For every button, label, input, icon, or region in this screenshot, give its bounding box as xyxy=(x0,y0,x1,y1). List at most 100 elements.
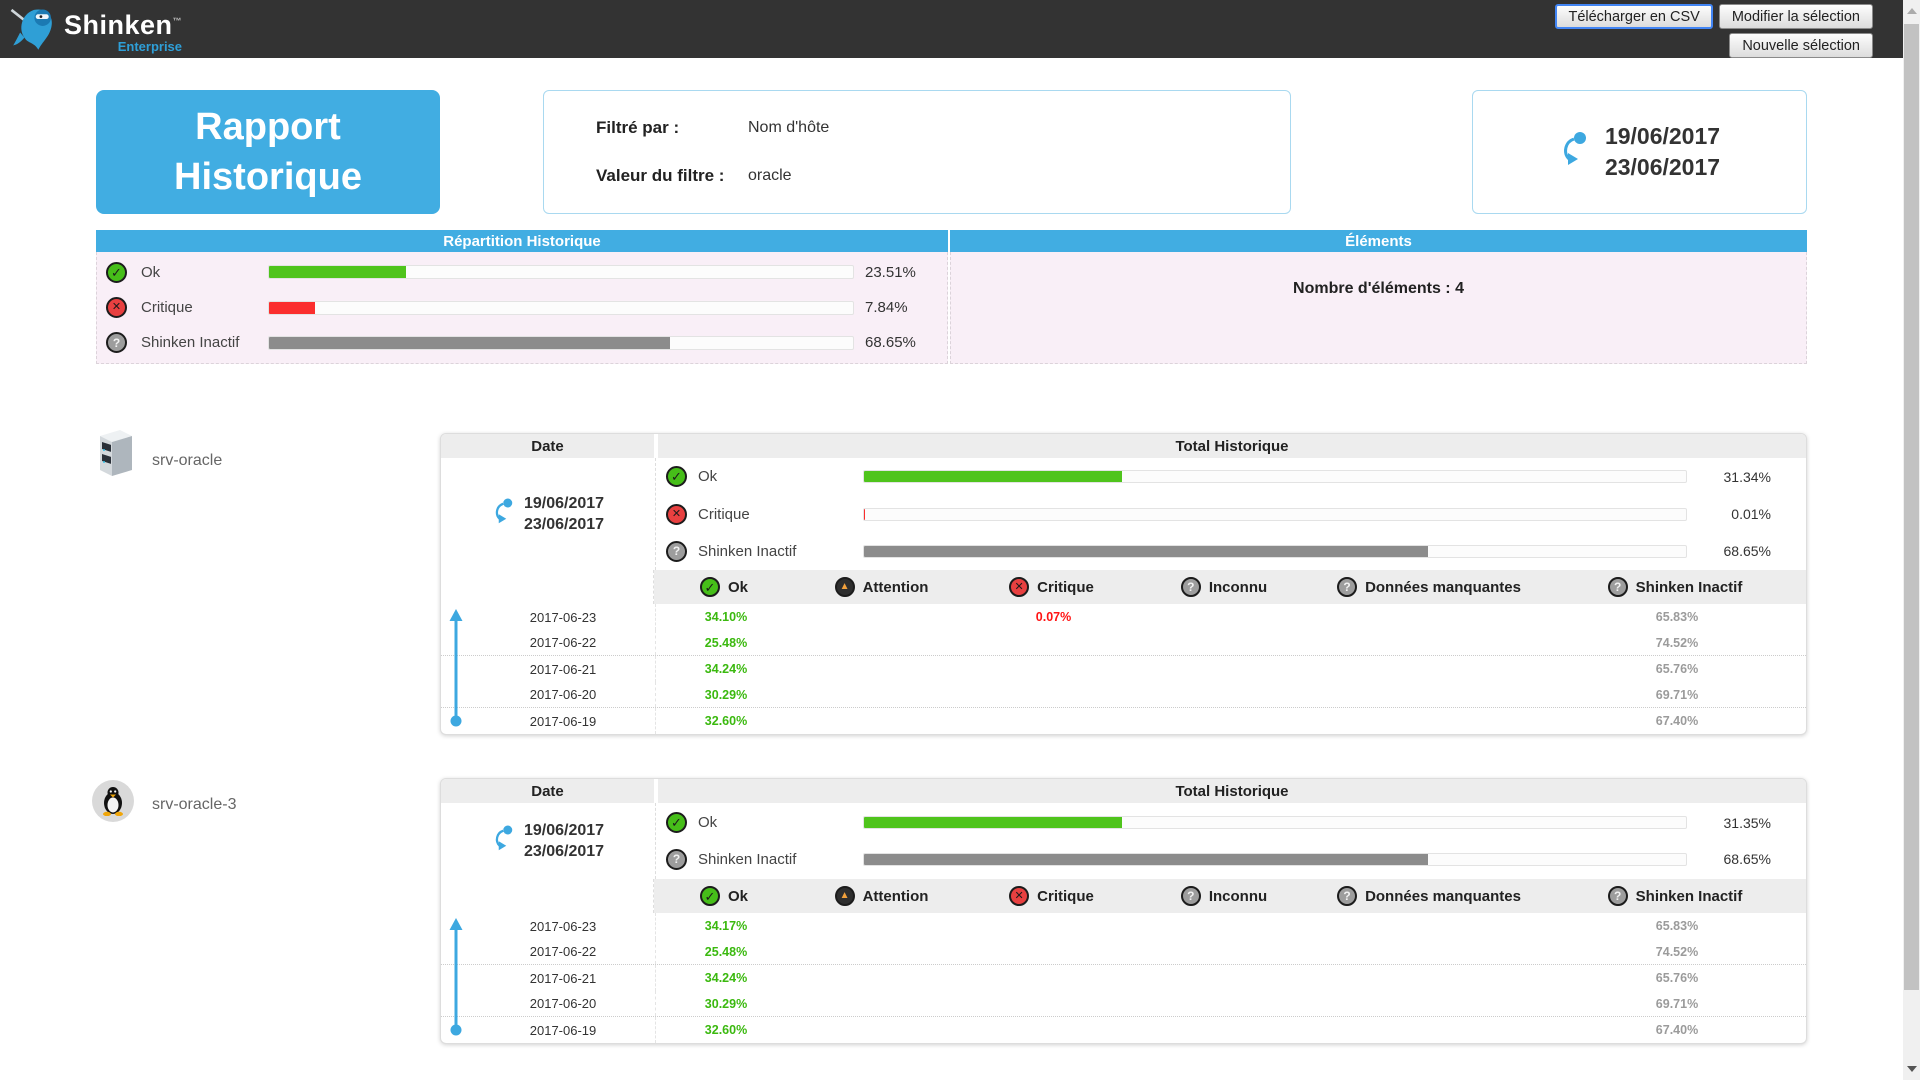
host-name: srv-oracle xyxy=(152,452,222,470)
summary-row-ok: Ok 23.51% xyxy=(97,257,947,287)
host-panel-srv-oracle-3: Date Total Historique 19/06/2017 23/06/2… xyxy=(440,778,1807,1044)
total-row-inactive: Shinken Inactif 68.65% xyxy=(656,842,1806,876)
elements-header: Éléments xyxy=(950,230,1807,252)
linux-tux-icon xyxy=(92,780,134,822)
table-row: 2017-06-20 30.29% 69.71% xyxy=(441,682,1806,708)
scroll-up-icon[interactable] xyxy=(1907,8,1917,14)
date-range-arrow-icon xyxy=(1559,131,1591,174)
ok-percent: 31.35% xyxy=(1687,815,1806,831)
topbar: Shinken™ Enterprise Télécharger en CSV M… xyxy=(0,0,1903,58)
filter-value-value: oracle xyxy=(748,167,792,185)
ok-icon xyxy=(106,262,127,283)
ok-percent: 31.34% xyxy=(1687,469,1806,485)
question-icon xyxy=(1181,577,1201,597)
inactive-percent: 68.65% xyxy=(1687,851,1806,867)
total-row-ok: Ok 31.35% xyxy=(656,806,1806,840)
cell-inactif: 67.40% xyxy=(1546,714,1807,728)
cell-ok: 30.29% xyxy=(656,997,796,1011)
col-attention: Attention xyxy=(794,577,969,597)
filter-box: Filtré par : Nom d'hôte Valeur du filtre… xyxy=(543,90,1291,214)
ok-icon xyxy=(700,886,720,906)
report-date-range: 19/06/2017 23/06/2017 xyxy=(1472,90,1807,214)
historical-distribution-box: Répartition Historique Ok 23.51% Critiqu… xyxy=(96,230,948,364)
total-history-header: Total Historique xyxy=(658,434,1806,458)
host-panel-srv-oracle: Date Total Historique 19/06/2017 23/06/2… xyxy=(440,433,1807,735)
question-icon xyxy=(106,332,127,353)
row-date: 2017-06-20 xyxy=(500,687,597,702)
date-column-header: Date xyxy=(441,434,654,458)
states-table-header: Ok Attention Critique Inconnu Données ma… xyxy=(441,570,1806,604)
col-inconnu: Inconnu xyxy=(1134,886,1314,906)
total-history-header: Total Historique xyxy=(658,779,1806,803)
date-end: 23/06/2017 xyxy=(1605,152,1720,183)
report-title: Rapport Historique xyxy=(96,90,440,214)
table-row: 2017-06-23 34.10% 0.07% 65.83% xyxy=(441,604,1806,630)
timeline-arrow-icon xyxy=(449,609,463,734)
elements-count: Nombre d'éléments : 4 xyxy=(1293,280,1464,363)
states-table-header: Ok Attention Critique Inconnu Données ma… xyxy=(441,879,1806,913)
new-selection-button[interactable]: Nouvelle sélection xyxy=(1729,33,1873,58)
ok-icon xyxy=(666,466,687,487)
server-icon xyxy=(94,428,138,483)
warning-icon xyxy=(835,577,855,597)
cell-ok: 34.24% xyxy=(656,662,796,676)
modify-selection-button[interactable]: Modifier la sélection xyxy=(1719,4,1873,29)
col-shinken-inactif: Shinken Inactif xyxy=(1544,577,1806,597)
question-icon xyxy=(1608,886,1628,906)
cell-inactif: 65.83% xyxy=(1546,919,1807,933)
summary-row-inactive: Shinken Inactif 68.65% xyxy=(97,328,947,358)
date-column-header: Date xyxy=(441,779,654,803)
ninja-logo-icon xyxy=(8,2,60,61)
scrollbar-thumb[interactable] xyxy=(1904,24,1919,990)
col-donnees-manquantes: Données manquantes xyxy=(1314,886,1544,906)
cell-inactif: 69.71% xyxy=(1546,688,1807,702)
cell-ok: 25.48% xyxy=(656,945,796,959)
col-attention: Attention xyxy=(794,886,969,906)
col-shinken-inactif: Shinken Inactif xyxy=(1544,886,1806,906)
scroll-down-icon[interactable] xyxy=(1907,1066,1917,1072)
row-date: 2017-06-22 xyxy=(500,944,597,959)
row-date: 2017-06-23 xyxy=(500,919,597,934)
table-row: 2017-06-20 30.29% 69.71% xyxy=(441,991,1806,1017)
col-critique: Critique xyxy=(969,577,1134,597)
cell-ok: 34.17% xyxy=(656,919,796,933)
ok-icon xyxy=(700,577,720,597)
warning-icon xyxy=(835,886,855,906)
host-date-range: 19/06/2017 23/06/2017 xyxy=(441,803,656,879)
critical-icon xyxy=(106,297,127,318)
cell-ok: 34.10% xyxy=(656,610,796,624)
col-critique: Critique xyxy=(969,886,1134,906)
logo-subtitle: Enterprise xyxy=(64,39,182,54)
download-csv-button[interactable]: Télécharger en CSV xyxy=(1555,4,1712,29)
topbar-buttons: Télécharger en CSV Modifier la sélection… xyxy=(1555,4,1873,58)
cell-inactif: 65.76% xyxy=(1546,662,1807,676)
page: Shinken™ Enterprise Télécharger en CSV M… xyxy=(0,0,1920,1080)
col-ok: Ok xyxy=(654,886,794,906)
filter-by-label: Filtré par : xyxy=(596,118,748,138)
cell-ok: 25.48% xyxy=(656,636,796,650)
cell-inactif: 65.76% xyxy=(1546,971,1807,985)
row-date: 2017-06-21 xyxy=(500,662,597,677)
date-range-arrow-icon xyxy=(492,824,516,859)
critical-icon xyxy=(666,504,687,525)
question-icon xyxy=(666,849,687,870)
logo-title: Shinken™ xyxy=(64,10,182,40)
row-date: 2017-06-19 xyxy=(500,714,597,729)
vertical-scrollbar[interactable] xyxy=(1903,0,1920,1080)
question-icon xyxy=(1608,577,1628,597)
table-row: 2017-06-22 25.48% 74.52% xyxy=(441,630,1806,656)
critical-icon xyxy=(1009,886,1029,906)
col-ok: Ok xyxy=(654,577,794,597)
total-row-critical: Critique 0.01% xyxy=(656,496,1806,533)
table-row: 2017-06-23 34.17% 65.83% xyxy=(441,913,1806,939)
ok-icon xyxy=(666,812,687,833)
trademark: ™ xyxy=(173,16,183,26)
ok-percent: 23.51% xyxy=(865,264,916,281)
cell-inactif: 67.40% xyxy=(1546,1023,1807,1037)
shinken-logo: Shinken™ Enterprise xyxy=(8,2,182,61)
critical-percent: 0.01% xyxy=(1687,506,1806,522)
summary-row-critical: Critique 7.84% xyxy=(97,293,947,323)
date-range-arrow-icon xyxy=(492,497,516,532)
timeline-arrow-icon xyxy=(449,918,463,1043)
inactive-percent: 68.65% xyxy=(1687,543,1806,559)
